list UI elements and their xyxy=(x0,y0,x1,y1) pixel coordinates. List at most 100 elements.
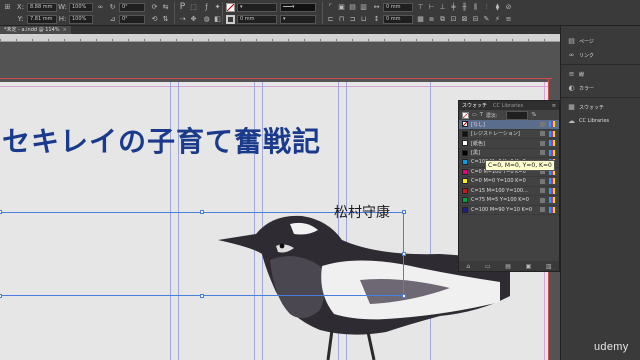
align-middle-icon[interactable]: ⊢ xyxy=(427,3,436,12)
shear-field[interactable]: 0° xyxy=(119,14,145,24)
dimension-field[interactable]: 0 mm xyxy=(383,2,413,12)
align-hcenter-icon[interactable]: ╪ xyxy=(449,3,458,12)
delete-swatch-icon[interactable]: ▥ xyxy=(546,263,552,270)
grid-icon[interactable]: ▦ xyxy=(416,15,425,24)
align-vcenter-icon[interactable]: ╫ xyxy=(460,3,469,12)
new-swatch-icon[interactable]: ▣ xyxy=(526,263,532,270)
new-color-group-icon[interactable]: ▤ xyxy=(505,263,511,270)
swatch-item[interactable]: [レジストレーション] xyxy=(459,130,559,139)
swatch-item[interactable]: C=100 M=90 Y=10 K=0 xyxy=(459,206,559,215)
frame-handle[interactable] xyxy=(402,294,406,298)
stroke-swatch-icon[interactable] xyxy=(226,14,235,24)
frame-handle[interactable] xyxy=(402,252,406,256)
quick-apply-icon[interactable]: ⚡ xyxy=(493,15,502,24)
rotate-field[interactable]: 0° xyxy=(119,2,145,12)
align-center-icon[interactable]: ⊓ xyxy=(337,15,346,24)
dock-item[interactable]: ∞ リンク xyxy=(561,48,640,62)
flip-h-icon[interactable]: ⇆ xyxy=(161,3,170,12)
align-left-icon[interactable]: ⊏ xyxy=(326,15,335,24)
swatch-item[interactable]: C=75 M=5 Y=100 K=0 xyxy=(459,196,559,206)
tint-field[interactable] xyxy=(506,110,529,120)
frame-handle[interactable] xyxy=(0,294,2,298)
document-title[interactable]: セキレイの子育て奮戦記 xyxy=(2,120,321,160)
dock-item[interactable]: ≡ 線 xyxy=(561,67,640,81)
link-proportions-icon[interactable]: ∞ xyxy=(96,3,105,12)
center-content-icon[interactable]: ⊡ xyxy=(449,15,458,24)
stroke-type-select[interactable]: ━━━▾ xyxy=(280,2,316,12)
select-next-icon[interactable]: ⇢ xyxy=(178,15,187,24)
scale-x-field[interactable]: 100% xyxy=(69,2,93,12)
swatch-item[interactable]: [黒] xyxy=(459,149,559,158)
dock-item[interactable]: ▦ スウォッチ xyxy=(561,100,640,114)
tab-cc-libraries[interactable]: CC Libraries xyxy=(493,103,523,109)
wrap-box-icon[interactable]: ▤ xyxy=(348,3,357,12)
distribute-spacing-icon[interactable]: ⫶ xyxy=(482,3,491,12)
frame-handle[interactable] xyxy=(200,294,204,298)
document-tab[interactable]: *未定 - a.indd @ 114% × xyxy=(0,26,71,34)
arrange-icon[interactable]: ⧫ xyxy=(493,3,502,12)
select-content-icon[interactable]: ✥ xyxy=(189,15,198,24)
reference-point-group[interactable]: ⊞ xyxy=(3,2,12,12)
tab-swatches[interactable]: スウォッチ xyxy=(462,102,487,109)
select-container-icon[interactable]: ⬚ xyxy=(189,3,198,12)
fit-proportional-icon[interactable]: ⊟ xyxy=(471,15,480,24)
rotate-ccw-icon[interactable]: ⟲ xyxy=(150,15,159,24)
horizontal-ruler[interactable] xyxy=(0,34,560,42)
frame-handle[interactable] xyxy=(402,210,406,214)
rotate-icon: ↻ xyxy=(109,2,116,11)
frame-fit-icon[interactable]: ⧈ xyxy=(427,15,436,24)
show-all-swatches-icon[interactable]: ⌂ xyxy=(466,263,470,270)
swatch-views-icon[interactable]: ▭ xyxy=(485,263,491,270)
close-tab-icon[interactable]: × xyxy=(63,27,67,33)
fill-frame-icon[interactable]: ⊠ xyxy=(460,15,469,24)
lock-icon[interactable]: ⊘ xyxy=(504,3,513,12)
swatch-type-icon xyxy=(540,150,545,156)
panel-menu-icon[interactable]: ≡ xyxy=(504,15,513,24)
opacity-icon[interactable]: ◍ xyxy=(202,15,211,24)
fx-icon[interactable]: ƒ xyxy=(202,3,211,12)
shadow-icon[interactable]: ◧ xyxy=(213,15,222,24)
container-icon[interactable]: ▭ xyxy=(472,112,477,118)
reference-point-icon[interactable]: ⊞ xyxy=(3,3,12,12)
text-frame-selection[interactable] xyxy=(0,212,404,296)
document-author[interactable]: 松村守康 xyxy=(334,202,390,222)
dock-item-label: カラー xyxy=(579,85,595,92)
fill-select[interactable]: ▾ xyxy=(237,2,277,12)
stroke-weight-field[interactable]: 0 mm xyxy=(237,14,277,24)
dimension-field-2[interactable]: 0 mm xyxy=(383,14,413,24)
content-fit-icon[interactable]: ⧉ xyxy=(438,15,447,24)
frame-handle[interactable] xyxy=(200,210,204,214)
stroke-style-select[interactable]: ▾ xyxy=(280,14,316,24)
rotate-cw-icon[interactable]: ⟳ xyxy=(150,3,159,12)
align-bottom-icon[interactable]: ⊥ xyxy=(438,3,447,12)
swatch-item[interactable]: C=0 M=0 Y=100 K=0 xyxy=(459,177,559,187)
x-field[interactable]: 8.88 mm xyxy=(27,2,57,12)
dock-item[interactable]: ◐ カラー xyxy=(561,81,640,95)
swatch-item[interactable]: [紙色] xyxy=(459,139,559,149)
constrain-group[interactable]: ∞ xyxy=(96,2,105,12)
align-right-icon[interactable]: ⊐ xyxy=(348,15,357,24)
frame-handle[interactable] xyxy=(0,210,2,214)
fill-stroke-icon[interactable] xyxy=(462,111,469,119)
distribute-icon[interactable]: ⊔ xyxy=(359,15,368,24)
distribute-h-icon[interactable]: ⫼ xyxy=(471,3,480,12)
swatch-item[interactable]: C=15 M=100 Y=100... xyxy=(459,187,559,196)
ref-letter[interactable]: P xyxy=(178,2,187,12)
effects-icon[interactable]: ✦ xyxy=(213,3,222,12)
text-formatting-icon[interactable]: T xyxy=(480,112,483,118)
fill-swatch-icon[interactable] xyxy=(226,2,235,12)
align-top-icon[interactable]: ⊤ xyxy=(416,3,425,12)
object-style-icon[interactable]: ✎ xyxy=(482,15,491,24)
wrap-none-icon[interactable]: ▣ xyxy=(337,3,346,12)
swatch-chip xyxy=(462,187,468,194)
scale-y-field[interactable]: 100% xyxy=(69,14,93,24)
y-field[interactable]: 7.81 mm xyxy=(27,14,57,24)
corner-icon[interactable]: ⌜ xyxy=(326,3,335,12)
dock-item[interactable]: ▤ ページ xyxy=(561,34,640,48)
swatch-item[interactable]: [なし] xyxy=(459,120,559,130)
dock-item[interactable]: ☁ CC Libraries xyxy=(561,114,640,128)
panel-menu-icon[interactable]: ≡ xyxy=(552,103,556,109)
flip-v-icon[interactable]: ⇅ xyxy=(161,15,170,24)
transform-buttons: ⟳ ⇆ ⟲ ⇅ xyxy=(150,2,170,24)
wrap-shape-icon[interactable]: ▥ xyxy=(359,3,368,12)
